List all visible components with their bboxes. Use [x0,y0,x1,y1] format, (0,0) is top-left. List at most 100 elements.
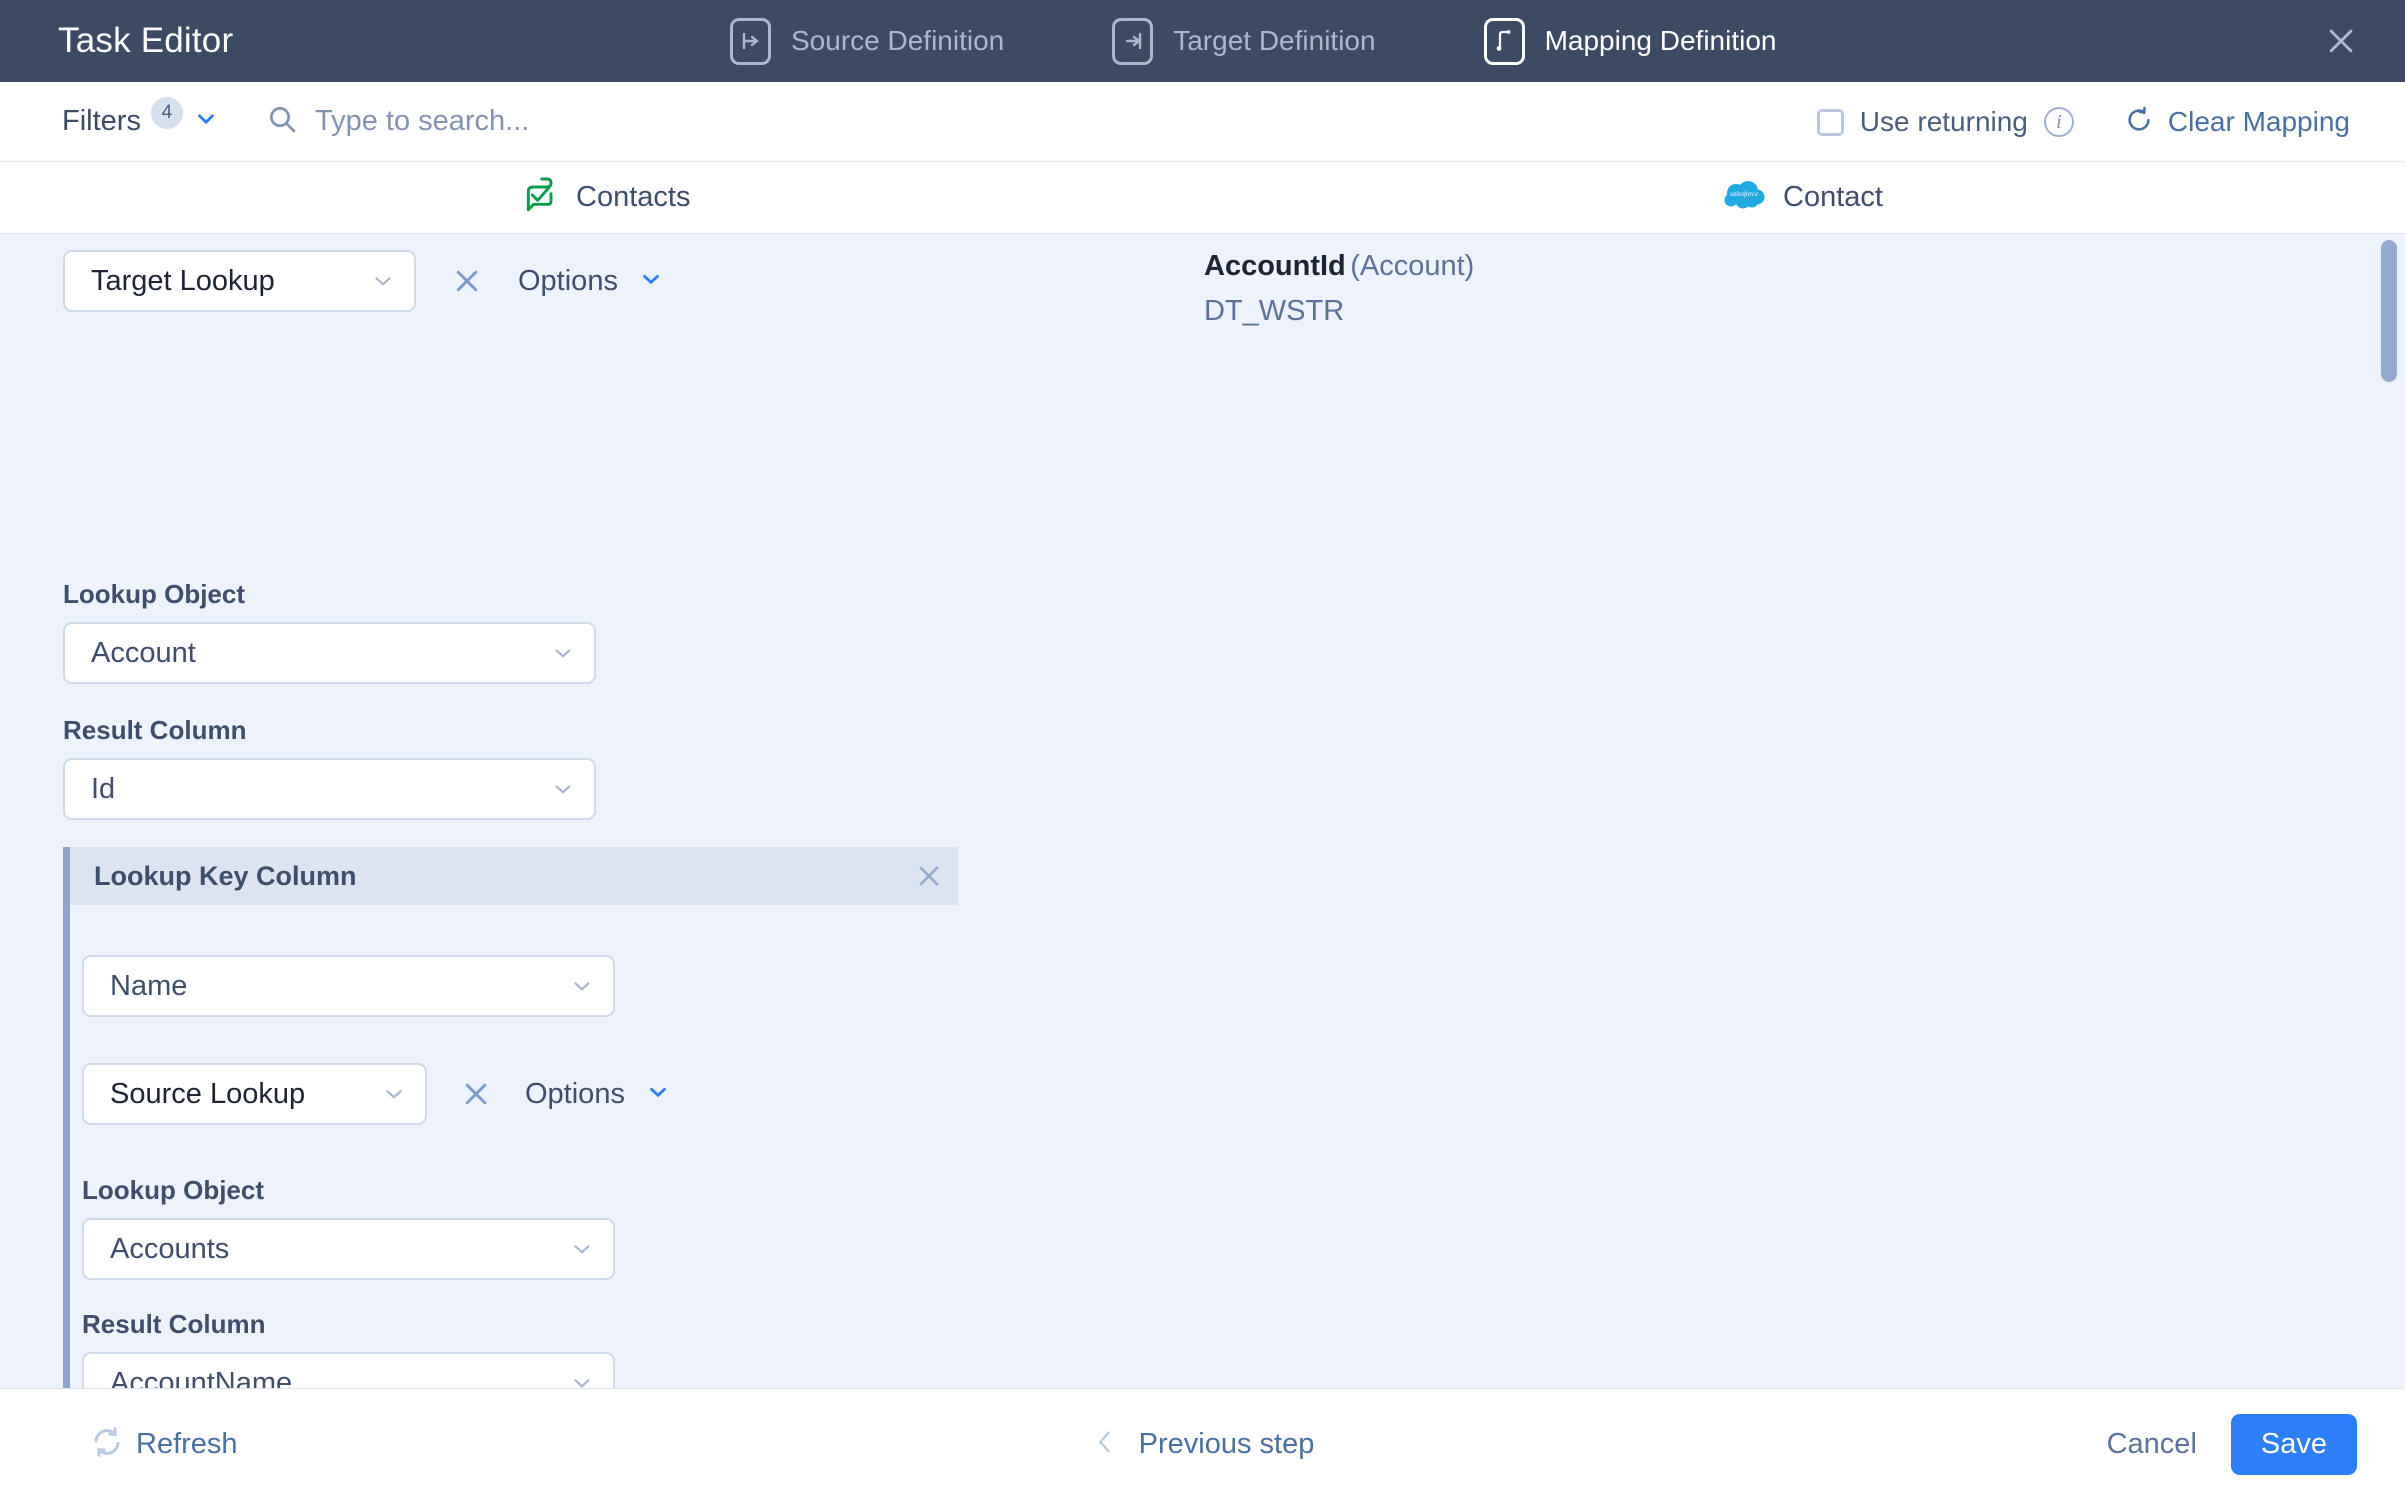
target-lookup-object-group: Lookup Object Account [63,579,596,684]
source-lookup-object-value: Accounts [110,1232,230,1265]
key-column-1-value: Name [110,969,188,1002]
target-result-column-group: Result Column Id [63,715,596,820]
lookup-object-label: Lookup Object [63,579,245,609]
source-lookup-type-select[interactable]: Source Lookup [82,1063,427,1125]
chevron-down-icon [645,1079,671,1110]
remove-source-lookup-button[interactable] [447,1065,505,1123]
source-result-column-group: Result Column AccountName [82,1309,958,1389]
page-title: Task Editor [58,21,234,60]
chevron-down-icon [569,973,595,999]
target-result-column-select[interactable]: Id [63,758,596,820]
chevron-down-icon [569,1236,595,1262]
refresh-button[interactable]: Refresh [90,1425,238,1464]
close-icon[interactable] [2319,19,2363,63]
vertical-scrollbar[interactable] [2381,240,2397,840]
title-bar: Task Editor Source Definition Target Def… [0,0,2405,82]
lookup-key-column-body-1: Name Source Lookup Options Lookup Object… [70,955,958,1389]
tab-mapping-definition-label: Mapping Definition [1544,25,1777,56]
footer-actions: Cancel Save [2107,1413,2357,1475]
toolbar-actions: Use returning i Clear Mapping [1816,82,2350,162]
source-lookup-row: Source Lookup Options [82,1063,958,1125]
source-expression-pane: Target Lookup Options Lookup Object Acco… [0,234,1180,1388]
previous-step-label: Previous step [1138,1427,1315,1460]
close-lookup-key-column-1-icon[interactable] [900,847,958,905]
filter-toolbar: Filters 4 Use returning i [0,82,2405,162]
key-column-1-group: Name [82,955,958,1017]
source-result-column-select[interactable]: AccountName [82,1352,615,1389]
mapping-definition-icon [1483,17,1525,65]
tab-mapping-definition[interactable]: Mapping Definition [1483,17,1777,65]
target-column-header: salesforce Contact [1723,180,1883,215]
filters-label: Filters [62,105,141,137]
column-headers: Contacts salesforce Contact [0,162,2405,234]
target-lookup-options-label: Options [518,264,618,297]
source-lookup-options-label: Options [525,1077,625,1110]
mapping-body: Target Lookup Options Lookup Object Acco… [0,234,2405,1389]
cancel-button[interactable]: Cancel [2107,1428,2197,1461]
clear-mapping-button[interactable]: Clear Mapping [2124,105,2350,140]
target-definition-icon [1112,17,1154,65]
definition-tabs: Source Definition Target Definition Mapp… [730,0,1777,82]
chevron-down-icon [381,1081,407,1107]
filters-count-badge: 4 [150,96,183,129]
target-lookup-options-button[interactable]: Options [518,265,664,298]
task-editor-window: Task Editor Source Definition Target Def… [0,0,2405,1499]
tab-target-definition[interactable]: Target Definition [1112,17,1376,65]
chevron-down-icon [193,106,219,137]
use-returning-checkbox[interactable]: Use returning i [1816,106,2074,138]
contacts-green-icon [520,175,558,220]
refresh-icon [90,1425,124,1464]
target-lookup-object-select[interactable]: Account [63,622,596,684]
target-column-label: Contact [1783,181,1883,213]
refresh-label: Refresh [136,1427,238,1460]
tab-target-definition-label: Target Definition [1173,25,1376,56]
chevron-down-icon [569,1370,595,1388]
remove-target-lookup-button[interactable] [438,252,496,310]
target-field-row[interactable]: AccountId (Account) DT_WSTR [1204,250,1474,328]
tab-source-definition-label: Source Definition [791,25,1005,56]
source-result-column-value: AccountName [110,1366,293,1389]
source-lookup-type-value: Source Lookup [110,1077,306,1110]
use-returning-label: Use returning [1859,106,2028,137]
lookup-key-column-title-1: Lookup Key Column [94,860,357,891]
chevron-left-icon [1091,1426,1119,1463]
source-definition-icon [730,17,771,65]
target-lookup-row: Target Lookup Options [63,250,664,312]
clear-mapping-label: Clear Mapping [2167,106,2350,137]
target-result-column-value: Id [91,772,116,805]
previous-step-button[interactable]: Previous step [1091,1426,1315,1463]
search-input[interactable] [314,105,915,138]
target-field-pane: AccountId (Account) DT_WSTR [1180,234,2405,1388]
source-lookup-object-label: Lookup Object [82,1175,264,1205]
search-icon [266,103,298,140]
chevron-down-icon [550,640,576,666]
target-field-object: (Account) [1350,250,1475,282]
reset-icon [2124,105,2154,140]
source-column-header: Contacts [520,175,690,220]
footer-bar: Refresh Previous step Cancel Save [0,1389,2405,1499]
checkbox-box-icon [1816,108,1844,136]
target-lookup-type-value: Target Lookup [91,264,275,297]
source-result-column-label: Result Column [82,1309,266,1339]
svg-text:salesforce: salesforce [1730,190,1758,198]
key-column-1-select[interactable]: Name [82,955,615,1017]
source-lookup-object-select[interactable]: Accounts [82,1218,615,1280]
source-column-label: Contacts [576,181,691,213]
lookup-key-column-panel-1: Lookup Key Column Name Source Lookup Opt… [63,847,958,1389]
chevron-down-icon [370,268,396,294]
lookup-key-column-header-1: Lookup Key Column [70,847,958,905]
save-button[interactable]: Save [2230,1413,2357,1475]
chevron-down-icon [638,266,664,297]
target-lookup-object-value: Account [91,636,196,669]
target-field-title: AccountId (Account) [1204,250,1474,283]
scrollbar-thumb[interactable] [2381,240,2397,382]
target-field-name: AccountId [1204,250,1346,282]
filters-dropdown[interactable]: Filters 4 [62,96,219,138]
info-icon[interactable]: i [2043,107,2074,137]
target-field-datatype: DT_WSTR [1204,295,1345,327]
tab-source-definition[interactable]: Source Definition [730,17,1005,65]
target-lookup-type-select[interactable]: Target Lookup [63,250,416,312]
result-column-label: Result Column [63,715,247,745]
source-lookup-options-button[interactable]: Options [525,1078,671,1111]
chevron-down-icon [550,776,576,802]
